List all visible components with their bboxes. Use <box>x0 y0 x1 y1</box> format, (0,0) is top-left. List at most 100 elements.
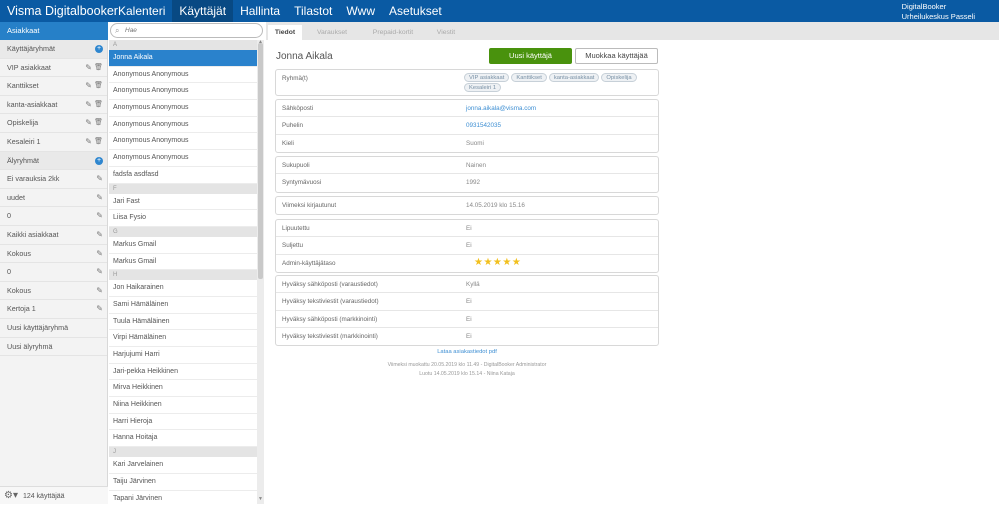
pencil-icon[interactable]: ✎ <box>85 114 92 133</box>
pencil-icon[interactable]: ✎ <box>96 245 103 264</box>
user-list-item[interactable]: Sami Hämäläinen <box>109 297 257 314</box>
scroll-down-icon[interactable]: ▼ <box>258 496 263 502</box>
trash-icon[interactable]: 🗑 <box>94 59 103 78</box>
group-tag[interactable]: Kesaleiri 1 <box>464 83 502 92</box>
new-user-button[interactable]: Uusi käyttäjä <box>489 48 572 64</box>
group-tag[interactable]: Opiskelija <box>601 73 637 82</box>
download-pdf-link[interactable]: Lataa asiakastiedot pdf <box>275 349 659 355</box>
pencil-icon[interactable]: ✎ <box>96 189 103 208</box>
pencil-icon[interactable]: ✎ <box>96 263 103 282</box>
user-list-item[interactable]: Jari Fast <box>109 194 257 211</box>
sidebar-action[interactable]: Uusi käyttäjäryhmä <box>0 319 107 338</box>
user-list-item[interactable]: Hanna Hoitaja <box>109 430 257 448</box>
sidebar-item[interactable]: kanta-asiakkaat ✎ 🗑 <box>0 96 107 115</box>
sidebar-item[interactable]: Ei varauksia 2kk ✎ <box>0 170 107 189</box>
sidebar-item[interactable]: Kokous ✎ <box>0 282 107 301</box>
pencil-icon[interactable]: ✎ <box>96 300 103 319</box>
user-list-item[interactable]: Harri Hieroja <box>109 414 257 431</box>
pencil-icon[interactable]: ✎ <box>85 133 92 152</box>
letter-group-header: A <box>109 40 257 50</box>
sidebar-item[interactable]: 0 ✎ <box>0 263 107 282</box>
sidebar-item[interactable]: Kanttikset ✎ 🗑 <box>0 77 107 96</box>
tab-prepaid-kortit[interactable]: Prepaid-kortit <box>362 25 424 40</box>
user-list-item[interactable]: Anonymous Anonymous <box>109 83 257 101</box>
sidebar-header[interactable]: Älyryhmät + <box>0 151 107 171</box>
status-value: Ei <box>466 225 472 232</box>
user-list-item[interactable]: Mirva Heikkinen <box>109 380 257 398</box>
sidebar-header[interactable]: Käyttäjäryhmät + <box>0 40 107 59</box>
pencil-icon[interactable]: ✎ <box>96 282 103 301</box>
user-list-item[interactable]: Tuula Hämäläinen <box>109 314 257 331</box>
nav-asetukset[interactable]: Asetukset <box>382 0 449 22</box>
nav-www[interactable]: Www <box>339 0 382 22</box>
search-input[interactable] <box>125 25 255 36</box>
user-list-item[interactable]: Liisa Fysio <box>109 210 257 227</box>
letter-group-header: J <box>109 447 257 458</box>
contact-value[interactable]: jonna.aikala@visma.com <box>466 100 536 117</box>
sidebar-item[interactable]: Opiskelija ✎ 🗑 <box>0 114 107 133</box>
trash-icon[interactable]: 🗑 <box>94 133 103 152</box>
user-list-item[interactable]: Anonymous Anonymous <box>109 150 257 167</box>
pencil-icon[interactable]: ✎ <box>96 170 103 189</box>
group-tag[interactable]: Kanttikset <box>511 73 547 82</box>
pencil-icon[interactable]: ✎ <box>85 96 92 115</box>
user-list-item[interactable]: Jari-pekka Heikkinen <box>109 364 257 381</box>
nav-kalenteri[interactable]: Kalenteri <box>111 0 172 22</box>
user-list-item[interactable]: Virpi Hämäläinen <box>109 330 257 347</box>
user-list-item[interactable]: Anonymous Anonymous <box>109 133 257 151</box>
sidebar-item[interactable]: uudet ✎ <box>0 189 107 208</box>
user-list-item[interactable]: fadsfa asdfasd <box>109 167 257 184</box>
pencil-icon[interactable]: ✎ <box>96 207 103 226</box>
sidebar-item[interactable]: Kesaleiri 1 ✎ 🗑 <box>0 133 107 152</box>
sidebar-action[interactable]: Uusi älyryhmä <box>0 338 107 357</box>
user-list-item[interactable]: Taiju Järvinen <box>109 474 257 491</box>
sidebar-item[interactable]: Kokous ✎ <box>0 245 107 264</box>
user-list-item[interactable]: Harjujumi Harri <box>109 347 257 364</box>
pencil-icon[interactable]: ✎ <box>85 59 92 78</box>
user-list-item[interactable]: Jonna Aikala <box>109 50 257 67</box>
search-field[interactable]: ⌕ <box>110 23 263 38</box>
user-list-item[interactable]: Markus Gmail <box>109 254 257 271</box>
pencil-icon[interactable]: ✎ <box>85 77 92 96</box>
gear-icon[interactable]: ⚙▾ <box>4 490 18 501</box>
sidebar-item[interactable]: VIP asiakkaat ✎ 🗑 <box>0 59 107 78</box>
nav-hallinta[interactable]: Hallinta <box>233 0 287 22</box>
user-list-item[interactable]: Anonymous Anonymous <box>109 100 257 117</box>
user-name-title: Jonna Aikala <box>276 51 333 62</box>
user-list-item[interactable]: Kari Jarvelainen <box>109 457 257 474</box>
user-list-item[interactable]: Niina Heikkinen <box>109 397 257 414</box>
tab-viestit[interactable]: Viestit <box>428 25 464 40</box>
trash-icon[interactable]: 🗑 <box>94 96 103 115</box>
sidebar-item[interactable]: 0 ✎ <box>0 207 107 226</box>
user-list-item[interactable]: Jon Haikarainen <box>109 280 257 297</box>
scroll-up-icon[interactable]: ▲ <box>258 39 263 45</box>
edit-user-button[interactable]: Muokkaa käyttäjää <box>575 48 658 64</box>
group-tag[interactable]: kanta-asiakkaat <box>548 73 600 82</box>
user-list-item[interactable]: Markus Gmail <box>109 237 257 254</box>
add-icon[interactable]: + <box>95 156 103 165</box>
user-list-item[interactable]: Anonymous Anonymous <box>109 67 257 84</box>
sidebar-item-label: Kokous <box>7 248 31 258</box>
sidebar-item-label: Kanttikset <box>7 81 39 91</box>
user-list-item[interactable]: Tapani Järvinen <box>109 491 257 505</box>
groups-label: Ryhmä(t) <box>282 75 308 82</box>
user-list-item[interactable]: Anonymous Anonymous <box>109 117 257 134</box>
consent-row: Hyväksy tekstiviestit (markkinointi) Ei <box>276 328 658 345</box>
pencil-icon[interactable]: ✎ <box>96 226 103 245</box>
trash-icon[interactable]: 🗑 <box>94 77 103 96</box>
nav-tilastot[interactable]: Tilastot <box>287 0 339 22</box>
detail-tabs: Tiedot Varaukset Prepaid-kortit Viestit <box>266 22 999 40</box>
add-icon[interactable]: + <box>95 45 103 53</box>
trash-icon[interactable]: 🗑 <box>94 114 103 133</box>
sidebar-item[interactable]: Kertoja 1 ✎ <box>0 300 107 319</box>
account-menu[interactable]: DigitalBooker Urheilukeskus Passeli <box>902 2 975 22</box>
sidebar-item[interactable]: Kaikki asiakkaat ✎ <box>0 226 107 245</box>
nav-kayttajat[interactable]: Käyttäjät <box>172 0 234 22</box>
sidebar-section-tab[interactable]: Asiakkaat <box>0 22 108 40</box>
app-brand[interactable]: Visma Digitalbooker <box>7 4 118 18</box>
tab-varaukset[interactable]: Varaukset <box>306 25 358 40</box>
contact-value[interactable]: 0931542035 <box>466 117 501 134</box>
group-tag[interactable]: VIP asiakkaat <box>464 73 510 82</box>
tab-tiedot[interactable]: Tiedot <box>268 25 302 40</box>
scrollbar-thumb[interactable] <box>258 43 263 279</box>
